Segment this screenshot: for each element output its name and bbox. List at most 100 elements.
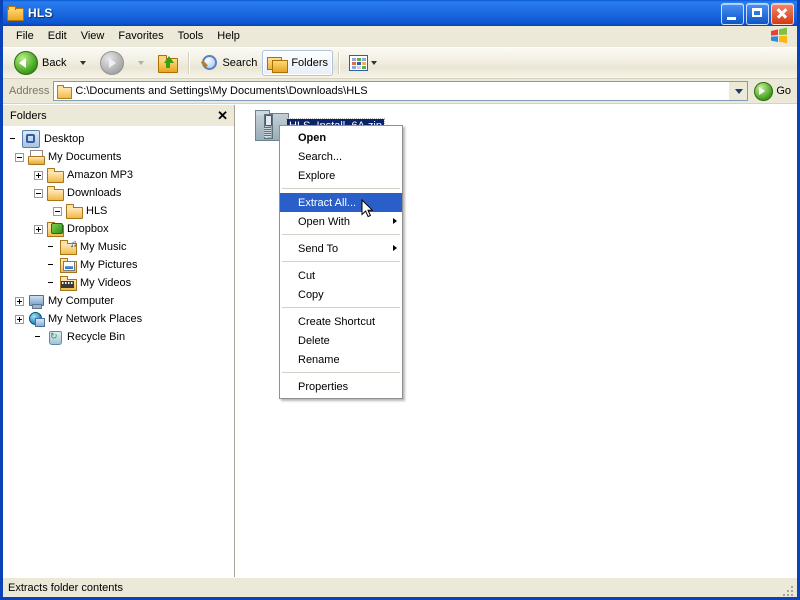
resize-grip[interactable] — [783, 584, 795, 596]
toolbar-separator-2 — [338, 52, 340, 74]
title-bar: HLS — [3, 0, 797, 26]
context-menu: Open Search... Explore Extract All... Op… — [279, 125, 403, 399]
address-dropdown-button[interactable] — [729, 82, 748, 100]
tree-item-amazon-mp3[interactable]: Amazon MP3 — [3, 166, 234, 184]
forward-button[interactable] — [95, 50, 129, 76]
tree-item-desktop[interactable]: Desktop — [3, 130, 234, 148]
collapse-toggle[interactable] — [15, 152, 24, 162]
tree-item-label: Amazon MP3 — [67, 169, 134, 181]
address-label: Address — [9, 85, 50, 97]
forward-dropdown-button[interactable] — [129, 50, 153, 76]
close-icon[interactable]: ✕ — [217, 109, 228, 122]
menu-favorites[interactable]: Favorites — [111, 28, 170, 45]
windows-flag-icon — [771, 27, 787, 44]
context-menu-item-label: Open With — [298, 215, 350, 228]
search-button-label: Search — [222, 57, 258, 69]
folders-button[interactable]: Folders — [262, 50, 334, 76]
context-menu-separator — [282, 188, 400, 190]
minimize-button[interactable] — [721, 3, 744, 25]
back-button-label: Back — [42, 57, 67, 69]
go-button-label: Go — [776, 85, 791, 97]
context-menu-item-cut[interactable]: Cut — [280, 266, 402, 285]
tree-item-label: Dropbox — [67, 223, 109, 235]
collapse-toggle[interactable] — [34, 188, 43, 198]
chevron-down-icon — [734, 88, 743, 94]
folders-pane: Folders ✕ Desktop My Documents Amazon MP… — [3, 105, 235, 577]
tree-item-hls[interactable]: HLS — [3, 202, 234, 220]
folder-icon — [66, 203, 83, 219]
tree-item-downloads[interactable]: Downloads — [3, 184, 234, 202]
folder-icon — [57, 85, 73, 99]
chevron-right-icon — [393, 218, 397, 224]
folder-icon — [47, 185, 64, 201]
expand-toggle[interactable] — [15, 296, 24, 306]
menu-edit[interactable]: Edit — [41, 28, 74, 45]
views-icon — [349, 55, 369, 71]
context-menu-item-explore[interactable]: Explore — [280, 166, 402, 185]
magnifier-icon — [199, 54, 218, 72]
views-button[interactable] — [344, 50, 386, 76]
my-computer-icon — [28, 293, 44, 309]
context-menu-item-delete[interactable]: Delete — [280, 331, 402, 350]
context-menu-item-create-shortcut[interactable]: Create Shortcut — [280, 312, 402, 331]
tree-item-my-pictures[interactable]: My Pictures — [3, 256, 234, 274]
context-menu-item-copy[interactable]: Copy — [280, 285, 402, 304]
collapse-toggle[interactable] — [53, 206, 62, 216]
context-menu-item-properties[interactable]: Properties — [280, 377, 402, 396]
maximize-button[interactable] — [746, 3, 769, 25]
context-menu-separator — [282, 261, 400, 263]
toolbar: Back Search Folders — [3, 48, 797, 79]
menu-bar: File Edit View Favorites Tools Help — [3, 26, 797, 48]
expand-toggle[interactable] — [34, 170, 43, 180]
tree-item-my-videos[interactable]: My Videos — [3, 274, 234, 292]
context-menu-item-rename[interactable]: Rename — [280, 350, 402, 369]
folders-pane-title: Folders — [10, 109, 47, 122]
menu-view[interactable]: View — [74, 28, 112, 45]
tree-item-my-music[interactable]: ♫ My Music — [3, 238, 234, 256]
back-arrow-icon — [14, 51, 38, 75]
recycle-bin-icon: ↻ — [47, 329, 63, 345]
context-menu-item-extract-all[interactable]: Extract All... — [280, 193, 402, 212]
context-menu-item-open[interactable]: Open — [280, 128, 402, 147]
tree-item-my-computer[interactable]: My Computer — [3, 292, 234, 310]
menu-tools[interactable]: Tools — [171, 28, 211, 45]
menu-file[interactable]: File — [9, 28, 41, 45]
close-button[interactable] — [771, 3, 794, 25]
tree-item-label: My Network Places — [48, 313, 143, 325]
address-input[interactable]: C:\Documents and Settings\My Documents\D… — [53, 81, 749, 101]
context-menu-item-search[interactable]: Search... — [280, 147, 402, 166]
menu-help[interactable]: Help — [210, 28, 247, 45]
context-menu-item-open-with[interactable]: Open With — [280, 212, 402, 231]
address-value: C:\Documents and Settings\My Documents\D… — [75, 85, 368, 97]
expand-toggle[interactable] — [34, 224, 43, 234]
expand-toggle[interactable] — [15, 314, 24, 324]
tree-item-my-documents[interactable]: My Documents — [3, 148, 234, 166]
tree-item-label: Recycle Bin — [67, 331, 126, 343]
up-folder-icon — [158, 54, 179, 73]
status-text: Extracts folder contents — [8, 581, 123, 594]
back-button[interactable]: Back — [9, 50, 71, 76]
folders-button-label: Folders — [291, 57, 329, 69]
context-menu-separator — [282, 372, 400, 374]
tree-item-dropbox[interactable]: Dropbox — [3, 220, 234, 238]
my-pictures-icon — [60, 257, 77, 273]
tree-item-recycle-bin[interactable]: ↻ Recycle Bin — [3, 328, 234, 346]
my-music-icon: ♫ — [60, 239, 78, 255]
search-button[interactable]: Search — [194, 50, 262, 76]
tree-item-label: My Videos — [80, 277, 132, 289]
context-menu-item-label: Send To — [298, 242, 339, 255]
back-dropdown-button[interactable] — [71, 50, 95, 76]
context-menu-item-send-to[interactable]: Send To — [280, 239, 402, 258]
explorer-window: HLS File Edit View Favorites Tools Help … — [0, 0, 800, 600]
up-button[interactable] — [153, 50, 183, 76]
tree-item-label: Desktop — [44, 133, 85, 145]
folder-tree: Desktop My Documents Amazon MP3 Download… — [3, 126, 234, 577]
go-button[interactable]: Go — [754, 81, 791, 101]
explorer-body: Folders ✕ Desktop My Documents Amazon MP… — [3, 104, 797, 577]
folders-icon — [267, 54, 289, 73]
file-list-pane[interactable]: HLS_Install_6A.zip Open Search... Explor… — [235, 105, 797, 577]
tree-item-my-network-places[interactable]: My Network Places — [3, 310, 234, 328]
desktop-icon — [22, 130, 40, 148]
network-icon — [28, 311, 45, 327]
folder-icon — [47, 167, 64, 183]
